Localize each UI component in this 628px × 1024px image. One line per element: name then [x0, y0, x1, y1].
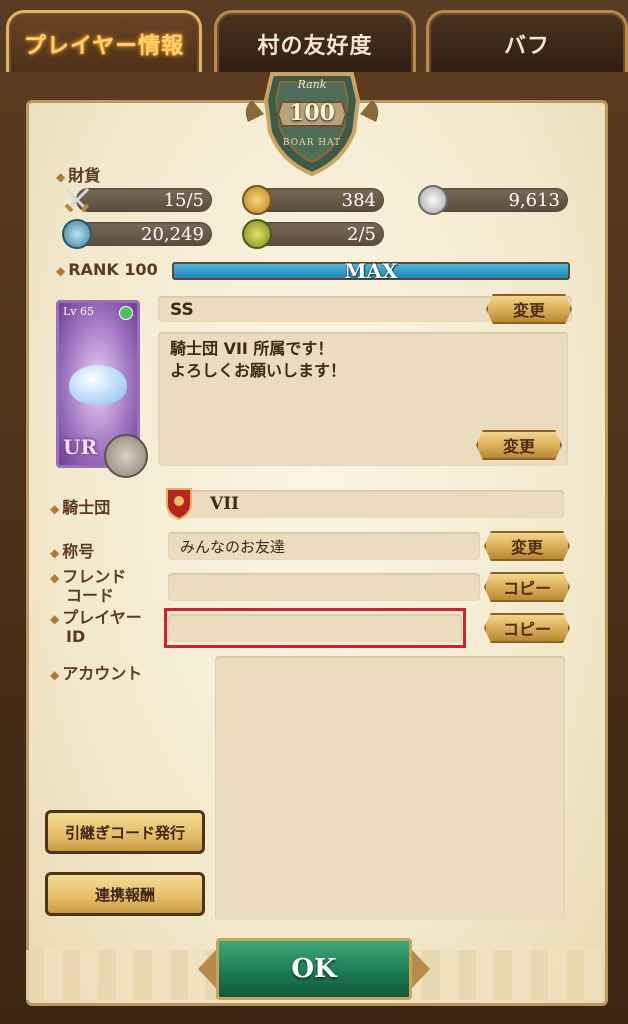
- rank-badge-label: Rank: [297, 78, 327, 91]
- silver-pill: 9,613: [430, 188, 568, 212]
- player-id-highlight: [164, 608, 466, 648]
- card-gem-icon: [119, 306, 133, 320]
- orb-pill: 2/5: [254, 222, 384, 246]
- card-rarity: UR: [63, 435, 98, 459]
- transfer-code-button[interactable]: 引継ぎコード発行: [45, 810, 205, 854]
- blue-gem-icon: [62, 219, 92, 249]
- title-field: みんなのお友達: [168, 532, 480, 560]
- stamina-pill: 15/5: [76, 188, 212, 212]
- rank-progress-bar: MAX: [172, 259, 570, 283]
- tab-village-friendship[interactable]: 村の友好度: [214, 10, 416, 75]
- silver-coin-icon: [418, 185, 448, 215]
- rank-badge: Rank 100 BOAR HAT: [242, 70, 382, 178]
- ok-button[interactable]: OK: [216, 938, 412, 1000]
- comment-line-1: 騎士団 VII 所属です！: [170, 339, 334, 358]
- player-id-label: ◆ プレイヤー ID: [50, 608, 142, 646]
- change-comment-button[interactable]: 変更: [476, 430, 562, 460]
- change-name-button[interactable]: 変更: [486, 294, 572, 324]
- knights-value: VII: [210, 494, 240, 514]
- gem-pill: 20,249: [76, 222, 212, 246]
- tab-buff[interactable]: バフ: [426, 10, 628, 75]
- account-label: ◆ アカウント: [50, 664, 143, 683]
- copy-friend-code-button[interactable]: コピー: [484, 572, 570, 602]
- tab-player-info[interactable]: プレイヤー情報: [6, 10, 202, 75]
- gold-coin-icon: [242, 185, 272, 215]
- knights-emblem-icon: [164, 486, 194, 521]
- rank-badge-value: 100: [289, 100, 335, 126]
- comment-line-2: よろしくお願いします！: [170, 361, 347, 380]
- medal-icon: [104, 434, 148, 478]
- account-area: [215, 656, 565, 920]
- card-level: Lv 65: [63, 305, 95, 318]
- rank-badge-subtitle: BOAR HAT: [282, 138, 342, 148]
- rank-label: ◆ RANK 100: [56, 260, 158, 279]
- copy-player-id-button[interactable]: コピー: [484, 613, 570, 643]
- change-title-button[interactable]: 変更: [484, 531, 570, 561]
- gold-pill: 384: [254, 188, 384, 212]
- slime-icon: [69, 365, 127, 405]
- knights-label: ◆ 騎士団: [50, 498, 111, 517]
- link-reward-button[interactable]: 連携報酬: [45, 872, 205, 916]
- swords-icon: [62, 185, 92, 215]
- yellow-orb-icon: [242, 219, 272, 249]
- friend-code-field: [168, 573, 480, 601]
- title-label: ◆ 称号: [50, 542, 95, 561]
- currency-label: ◆ 財貨: [56, 166, 101, 185]
- friend-code-label: ◆ フレンド コード: [50, 567, 127, 605]
